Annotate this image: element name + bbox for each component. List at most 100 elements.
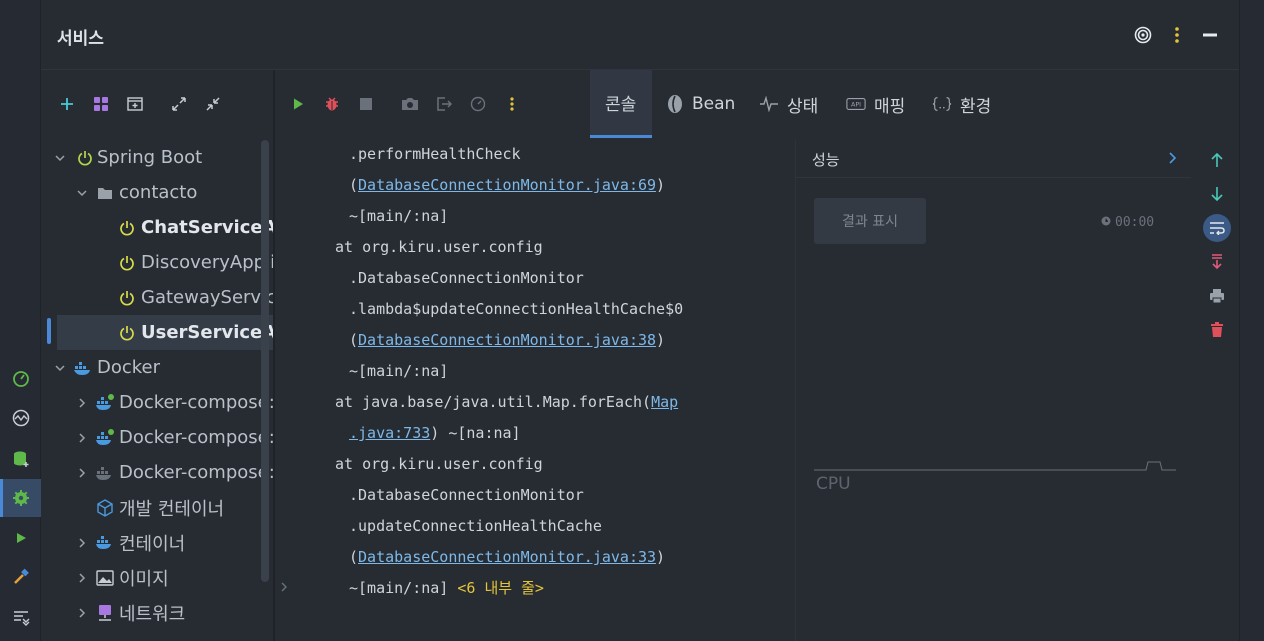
soft-wrap-icon[interactable]: [1203, 214, 1231, 242]
spring-power-icon: [117, 253, 137, 273]
tree-node-gateway-service[interactable]: GatewayService: [41, 280, 273, 315]
exit-icon[interactable]: [434, 94, 454, 114]
minimize-icon[interactable]: [1199, 24, 1221, 46]
more-options-icon[interactable]: [1166, 24, 1188, 46]
right-tool-strip: [1239, 0, 1264, 641]
console-output[interactable]: .performHealthCheck (DatabaseConnectionM…: [275, 140, 795, 641]
chevron-right-icon[interactable]: [277, 580, 291, 594]
bean-icon: [665, 94, 685, 114]
chevron-right-icon[interactable]: [1164, 150, 1180, 166]
console-line: .DatabaseConnectionMonitor: [349, 269, 584, 287]
tab-mappings[interactable]: API 매핑: [846, 70, 916, 138]
tree-node-contacto[interactable]: contacto: [41, 175, 273, 210]
more-actions-icon[interactable]: [502, 94, 522, 114]
spring-power-icon: [117, 288, 137, 308]
tree-scrollbar[interactable]: [261, 140, 269, 582]
tree-label: 이미지: [119, 568, 169, 590]
tree-label: UserServiceAp: [141, 322, 273, 343]
layers-icon[interactable]: [0, 598, 41, 636]
camera-icon[interactable]: [400, 94, 420, 114]
database-add-icon[interactable]: [0, 440, 41, 478]
chevron-down-icon[interactable]: [53, 361, 67, 375]
gauge-icon[interactable]: [468, 94, 488, 114]
run-icon[interactable]: [0, 519, 41, 557]
stop-icon[interactable]: [356, 94, 376, 114]
tree-label: Docker-compose:: [119, 427, 273, 448]
source-link[interactable]: DatabaseConnectionMonitor.java:38: [358, 331, 656, 349]
print-icon[interactable]: [1205, 284, 1229, 308]
chevron-right-icon[interactable]: [75, 431, 89, 445]
monitor-icon[interactable]: [0, 399, 41, 437]
performance-header[interactable]: 성능: [796, 140, 1191, 178]
console-line: .updateConnectionHealthCache: [349, 517, 602, 535]
tree-label: Docker: [97, 357, 161, 378]
tree-node-spring-boot[interactable]: Spring Boot: [41, 140, 273, 175]
source-link[interactable]: Map: [651, 393, 678, 411]
spring-power-icon: [117, 218, 137, 238]
tree-node-chat-service[interactable]: ChatServiceAp: [41, 210, 273, 245]
show-results-button[interactable]: 결과 표시: [814, 198, 926, 244]
chevron-down-icon[interactable]: [75, 186, 89, 200]
tab-status[interactable]: 상태: [759, 70, 829, 138]
console-line: at org.kiru.user.config: [335, 455, 543, 473]
chevron-right-icon[interactable]: [75, 536, 89, 550]
tree-toolbar: [41, 70, 273, 138]
internal-lines-fold[interactable]: <6 내부 줄>: [457, 579, 544, 597]
chevron-right-icon[interactable]: [75, 571, 89, 585]
cpu-label: CPU: [816, 474, 851, 494]
collapse-all-icon[interactable]: [203, 94, 223, 114]
chevron-right-icon[interactable]: [75, 606, 89, 620]
arrow-down-icon[interactable]: [1205, 182, 1229, 206]
tree-node-docker[interactable]: Docker: [41, 350, 273, 385]
tree-label: 컨테이너: [119, 533, 186, 555]
console-text: at java.base/java.util.Map.forEach(: [335, 393, 652, 411]
tree-node-images[interactable]: 이미지: [41, 560, 273, 595]
group-by-icon[interactable]: [91, 94, 111, 114]
run-icon[interactable]: [288, 94, 308, 114]
source-link[interactable]: DatabaseConnectionMonitor.java:69: [358, 176, 656, 194]
tree-node-partial[interactable]: [41, 630, 273, 641]
tab-label: 환경: [960, 96, 992, 117]
console-text: (: [349, 548, 359, 566]
build-hammer-icon[interactable]: [0, 558, 41, 596]
trash-icon[interactable]: [1205, 318, 1229, 342]
tree-node-containers[interactable]: 컨테이너: [41, 525, 273, 560]
tree-node-networks[interactable]: 네트워크: [41, 595, 273, 630]
container-icon: [95, 533, 115, 553]
source-link[interactable]: .java:733: [349, 424, 430, 442]
chevron-down-icon[interactable]: [53, 151, 67, 165]
tree-node-discovery-app[interactable]: DiscoveryApplic: [41, 245, 273, 280]
services-panel: 서비스 Spring Boot contacto ChatService Dis…: [41, 0, 1239, 641]
target-icon[interactable]: [1132, 24, 1154, 46]
tree-node-docker-compose-3[interactable]: Docker-compose:: [41, 455, 273, 490]
tree-node-docker-compose-2[interactable]: Docker-compose:: [41, 420, 273, 455]
braces-icon: [932, 94, 952, 114]
tree-label: GatewayService: [141, 287, 273, 308]
chevron-right-icon[interactable]: [75, 396, 89, 410]
panel-header: 서비스: [41, 0, 1239, 70]
console-line: .DatabaseConnectionMonitor: [349, 486, 584, 504]
tree-node-user-service[interactable]: UserServiceAp: [57, 315, 273, 350]
arrow-up-icon[interactable]: [1205, 148, 1229, 172]
scroll-to-end-icon[interactable]: [1205, 250, 1229, 274]
chevron-right-icon[interactable]: [75, 466, 89, 480]
debug-bug-icon[interactable]: [322, 94, 342, 114]
services-gear-icon[interactable]: [0, 479, 41, 517]
source-link[interactable]: DatabaseConnectionMonitor.java:33: [358, 548, 656, 566]
add-icon[interactable]: [57, 94, 77, 114]
tree-node-dev-containers[interactable]: 개발 컨테이너: [41, 490, 273, 525]
tab-environment[interactable]: 환경: [932, 70, 1002, 138]
panel-title: 서비스: [57, 29, 104, 49]
tree-node-docker-compose-1[interactable]: Docker-compose:: [41, 385, 273, 420]
tab-label: 콘솔: [605, 95, 637, 115]
expand-all-icon[interactable]: [169, 94, 189, 114]
profiler-icon[interactable]: [0, 360, 41, 398]
tab-bean[interactable]: Bean: [662, 70, 742, 138]
console-line: .java:733) ~[na:na]: [349, 422, 521, 444]
tab-console[interactable]: 콘솔: [590, 70, 652, 138]
timer: 00:00: [1101, 215, 1154, 230]
new-tab-icon[interactable]: [125, 94, 145, 114]
tree-label: Docker-compose:: [119, 462, 273, 483]
tree-label: DiscoveryApplic: [141, 252, 273, 273]
console-side-toolbar: [1191, 140, 1239, 641]
